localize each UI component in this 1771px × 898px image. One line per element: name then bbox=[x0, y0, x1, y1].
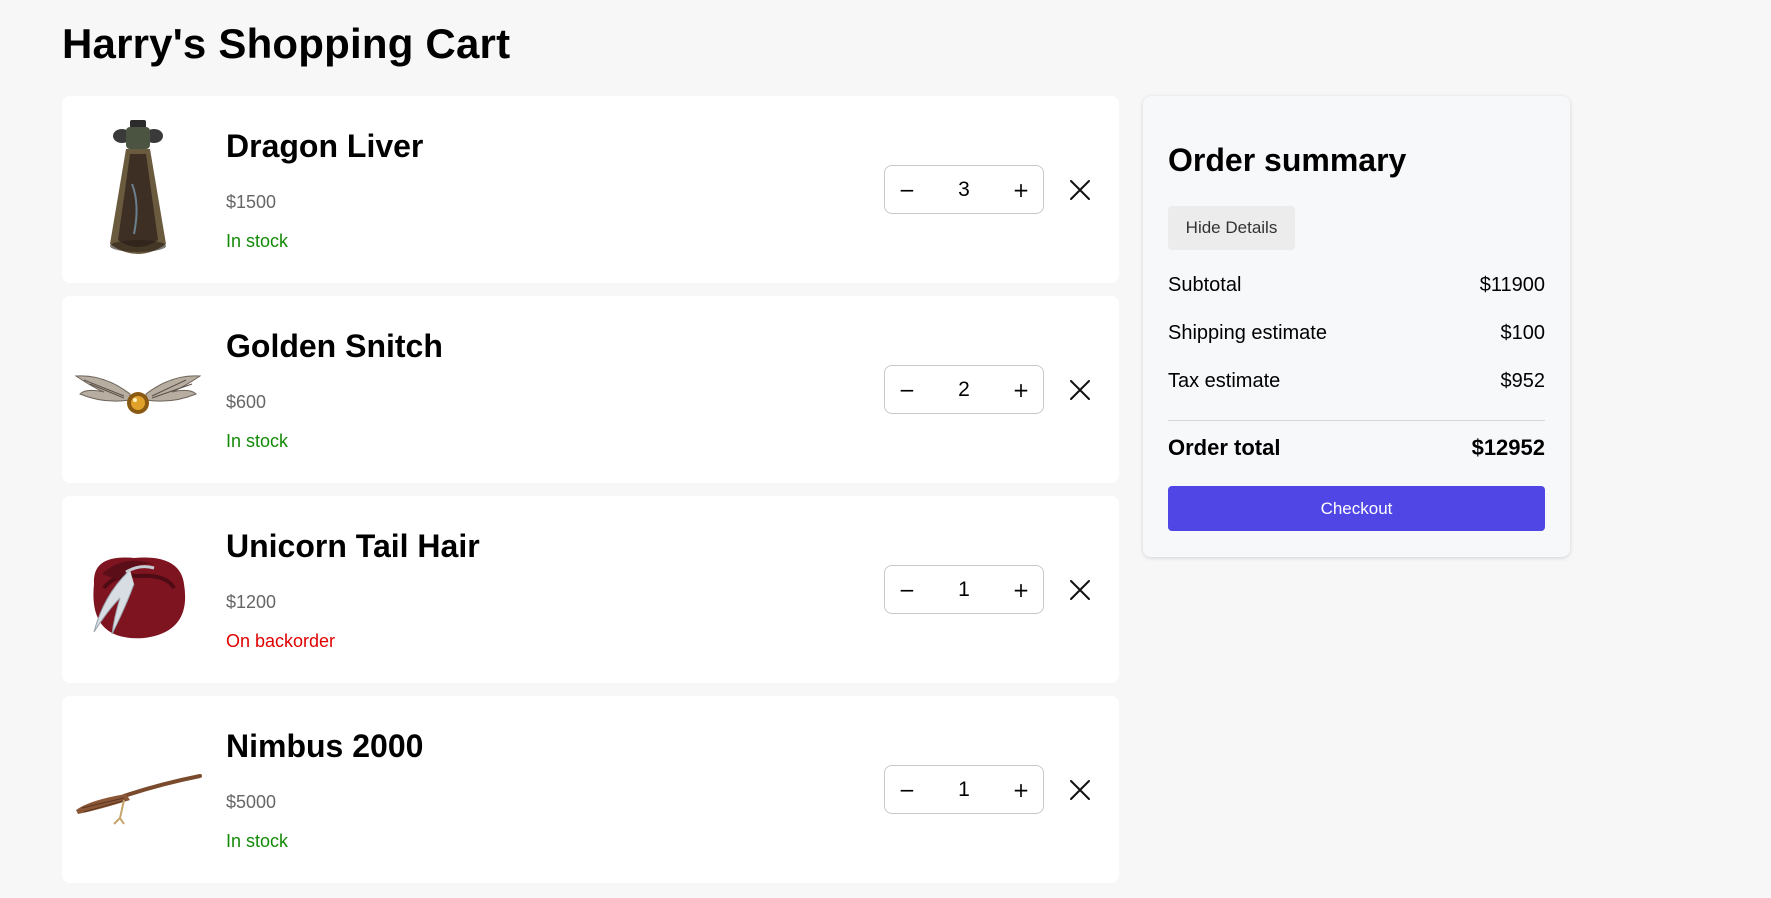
quantity-value: 3 bbox=[958, 177, 970, 201]
stock-status: On backorder bbox=[226, 631, 336, 651]
increase-quantity-button[interactable]: + bbox=[999, 366, 1043, 413]
shipping-row: Shipping estimate $100 bbox=[1168, 322, 1545, 345]
increase-quantity-button[interactable]: + bbox=[999, 166, 1043, 213]
close-icon bbox=[1070, 180, 1090, 200]
item-price: $1500 bbox=[226, 192, 277, 212]
checkout-button[interactable]: Checkout bbox=[1168, 486, 1545, 531]
order-summary-panel: Order summary Hide Details Subtotal $119… bbox=[1143, 96, 1570, 557]
remove-item-button[interactable] bbox=[1064, 174, 1096, 206]
cart-item: Golden Snitch $600 In stock − 2 + bbox=[62, 296, 1119, 483]
subtotal-label: Subtotal bbox=[1168, 274, 1242, 296]
close-icon bbox=[1070, 580, 1090, 600]
tax-value: $952 bbox=[1500, 370, 1546, 392]
decrease-quantity-button[interactable]: − bbox=[885, 366, 929, 413]
close-icon bbox=[1070, 380, 1090, 400]
page-title: Harry's Shopping Cart bbox=[62, 20, 511, 67]
order-total-row: Order total $12952 bbox=[1168, 435, 1545, 461]
red-pouch-image bbox=[74, 514, 202, 666]
item-name: Golden Snitch bbox=[226, 328, 443, 364]
increase-quantity-button[interactable]: + bbox=[999, 766, 1043, 813]
potion-bottle-image bbox=[74, 114, 202, 266]
quantity-stepper: − 2 + bbox=[884, 365, 1044, 414]
order-total-label: Order total bbox=[1168, 435, 1281, 460]
item-price: $600 bbox=[226, 392, 267, 412]
subtotal-row: Subtotal $11900 bbox=[1168, 274, 1545, 297]
close-icon bbox=[1070, 780, 1090, 800]
item-price: $1200 bbox=[226, 592, 277, 612]
quantity-value: 1 bbox=[958, 777, 970, 801]
broomstick-image bbox=[74, 714, 202, 866]
cart-item: Unicorn Tail Hair $1200 On backorder − 1… bbox=[62, 496, 1119, 683]
item-name: Dragon Liver bbox=[226, 128, 424, 164]
remove-item-button[interactable] bbox=[1064, 574, 1096, 606]
subtotal-value: $11900 bbox=[1479, 274, 1545, 296]
decrease-quantity-button[interactable]: − bbox=[885, 566, 929, 613]
decrease-quantity-button[interactable]: − bbox=[885, 766, 929, 813]
cart-item: Nimbus 2000 $5000 In stock − 1 + bbox=[62, 696, 1119, 883]
quantity-stepper: − 1 + bbox=[884, 765, 1044, 814]
stock-status: In stock bbox=[226, 831, 289, 851]
remove-item-button[interactable] bbox=[1064, 374, 1096, 406]
hide-details-button[interactable]: Hide Details bbox=[1168, 206, 1295, 250]
stock-status: In stock bbox=[226, 231, 289, 251]
item-price: $5000 bbox=[226, 792, 277, 812]
stock-status: In stock bbox=[226, 431, 289, 451]
tax-label: Tax estimate bbox=[1168, 370, 1281, 392]
quantity-value: 2 bbox=[958, 377, 970, 401]
shipping-value: $100 bbox=[1500, 322, 1546, 344]
shipping-label: Shipping estimate bbox=[1168, 322, 1327, 344]
golden-snitch-image bbox=[74, 314, 202, 466]
cart-page: Harry's Shopping Cart Dragon Liver $1500… bbox=[0, 0, 1771, 898]
quantity-value: 1 bbox=[958, 577, 970, 601]
order-summary-title: Order summary bbox=[1168, 142, 1407, 178]
summary-divider bbox=[1168, 420, 1545, 421]
increase-quantity-button[interactable]: + bbox=[999, 566, 1043, 613]
item-name: Nimbus 2000 bbox=[226, 728, 424, 764]
cart-item-list: Dragon Liver $1500 In stock − 3 + Golden… bbox=[62, 96, 1119, 896]
tax-row: Tax estimate $952 bbox=[1168, 370, 1545, 393]
quantity-stepper: − 3 + bbox=[884, 165, 1044, 214]
order-total-value: $12952 bbox=[1471, 435, 1545, 460]
cart-item: Dragon Liver $1500 In stock − 3 + bbox=[62, 96, 1119, 283]
remove-item-button[interactable] bbox=[1064, 774, 1096, 806]
item-name: Unicorn Tail Hair bbox=[226, 528, 480, 564]
quantity-stepper: − 1 + bbox=[884, 565, 1044, 614]
decrease-quantity-button[interactable]: − bbox=[885, 166, 929, 213]
